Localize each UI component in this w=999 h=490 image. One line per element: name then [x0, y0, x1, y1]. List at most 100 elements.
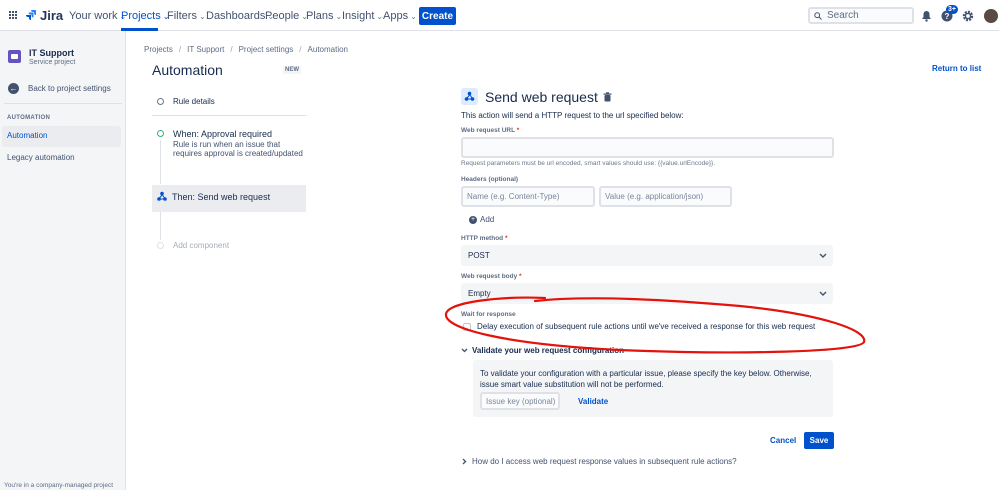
sidebar-item-automation[interactable]: Automation: [2, 126, 121, 147]
validate-panel: To validate your configuration with a pa…: [473, 360, 833, 417]
settings-gear-icon[interactable]: [961, 9, 975, 23]
plus-icon: +: [469, 215, 477, 224]
sidebar-section-label: AUTOMATION: [7, 115, 51, 121]
trigger-description: Rule is run when an issue that requires …: [173, 140, 303, 158]
method-label-text: HTTP method: [461, 235, 504, 242]
http-method-label: HTTP method *: [461, 235, 507, 242]
validate-description: To validate your configuration with a pa…: [480, 369, 812, 389]
webhook-icon: [461, 88, 478, 105]
url-label-text: Web request URL: [461, 127, 515, 134]
checkbox[interactable]: [463, 322, 471, 331]
search-placeholder: Search: [827, 10, 859, 21]
trigger-title: When: Approval required: [173, 129, 273, 139]
breadcrumb-automation[interactable]: Automation: [308, 45, 348, 54]
trigger-component[interactable]: When: Approval required Rule is run when…: [157, 129, 305, 158]
arrow-left-icon: ←: [8, 83, 19, 94]
search-icon: [814, 11, 822, 20]
web-request-body-select[interactable]: Empty: [461, 283, 833, 304]
search-input[interactable]: Search: [808, 7, 914, 24]
header-name-input[interactable]: [461, 186, 595, 207]
top-navigation: Jira Your work ⌄ Projects ⌄ Filters ⌄ Dashb…: [0, 0, 999, 31]
required-marker: *: [503, 235, 508, 242]
logo-text: Jira: [40, 8, 64, 23]
project-avatar-icon: [8, 50, 21, 63]
user-avatar[interactable]: [984, 9, 998, 23]
trigger-circle-icon: [157, 130, 164, 137]
breadcrumb-separator: /: [299, 45, 302, 54]
webhook-icon: [157, 191, 167, 201]
breadcrumb-it-support[interactable]: IT Support: [187, 45, 224, 54]
connector-line: [160, 212, 161, 240]
form-title: Send web request: [485, 88, 598, 105]
back-to-project-settings-link[interactable]: ← Back to project settings: [8, 83, 111, 94]
sidebar-footer-note: You're in a company-managed project: [4, 482, 114, 489]
checkbox-label: Delay execution of subsequent rule actio…: [477, 322, 816, 331]
add-circle-icon: [157, 242, 164, 249]
new-lozenge: NEW: [283, 66, 301, 74]
web-request-url-input[interactable]: [461, 137, 834, 158]
notifications-icon[interactable]: [919, 9, 933, 23]
sidebar-divider: [4, 103, 122, 104]
divider: [152, 115, 307, 116]
chevron-down-icon: ⌄: [410, 11, 417, 21]
validate-button[interactable]: Validate: [578, 397, 608, 406]
add-component-item[interactable]: Add component: [157, 241, 229, 250]
project-type: Service project: [29, 59, 76, 66]
header-value-input[interactable]: [599, 186, 732, 207]
breadcrumb-separator: /: [178, 45, 182, 54]
nav-insight[interactable]: Insight ⌄: [342, 10, 383, 22]
breadcrumb-projects[interactable]: Projects: [144, 45, 173, 54]
body-label: Web request body *: [461, 273, 522, 280]
http-method-select[interactable]: POST: [461, 245, 833, 266]
chevron-down-icon: [819, 291, 827, 296]
nav-label: Dashboards: [206, 10, 266, 22]
circle-icon: [157, 98, 164, 105]
chevron-down-icon: ⌄: [198, 11, 206, 21]
url-field-label: Web request URL *: [461, 127, 519, 134]
rule-details-item[interactable]: Rule details: [157, 97, 215, 106]
breadcrumb-separator: /: [230, 45, 233, 54]
nav-people[interactable]: People ⌄: [265, 10, 308, 22]
nav-filters[interactable]: Filters ⌄: [167, 10, 206, 22]
jira-logo[interactable]: Jira: [25, 8, 63, 23]
app-switcher-icon[interactable]: [9, 11, 18, 20]
add-header-button[interactable]: + Add: [469, 215, 494, 224]
validate-heading: Validate your web request configuration: [472, 346, 625, 355]
wait-for-response-checkbox[interactable]: Delay execution of subsequent rule actio…: [463, 322, 815, 331]
action-component-selected[interactable]: Then: Send web request: [152, 185, 306, 212]
nav-apps[interactable]: Apps ⌄: [383, 10, 417, 22]
active-nav-indicator: [121, 28, 158, 31]
sidebar-item-label: Automation: [7, 131, 48, 140]
nav-label: Your work: [69, 10, 118, 22]
url-help-text: Request parameters must be url encoded, …: [461, 160, 716, 167]
nav-your-work[interactable]: Your work ⌄: [69, 10, 126, 22]
action-label: Then: Send web request: [172, 192, 271, 202]
validate-section-toggle[interactable]: Validate your web request configuration: [461, 346, 624, 355]
http-method-value: POST: [468, 251, 490, 260]
jira-logo-icon: [26, 10, 36, 20]
nav-projects[interactable]: Projects ⌄: [121, 10, 169, 22]
return-to-list-link[interactable]: Return to list: [932, 64, 981, 73]
project-name[interactable]: IT Support: [29, 48, 74, 58]
issue-key-input[interactable]: [480, 392, 560, 410]
form-header: Send web request: [461, 88, 612, 105]
chevron-right-icon: [462, 458, 467, 465]
project-sidebar: IT Support Service project ← Back to pro…: [0, 31, 126, 490]
breadcrumb-project-settings[interactable]: Project settings: [239, 45, 294, 54]
form-description: This action will send a HTTP request to …: [461, 111, 684, 120]
faq-toggle[interactable]: How do I access web request response val…: [461, 457, 737, 466]
trash-icon[interactable]: [603, 91, 612, 102]
add-component-label: Add component: [173, 241, 230, 250]
cancel-button[interactable]: Cancel: [770, 436, 796, 445]
required-marker: *: [514, 127, 520, 134]
create-button[interactable]: Create: [419, 7, 456, 25]
headers-label: Headers (optional): [461, 176, 519, 183]
nav-plans[interactable]: Plans ⌄: [306, 10, 342, 22]
sidebar-item-legacy-automation[interactable]: Legacy automation: [7, 153, 75, 162]
breadcrumb: Projects / IT Support / Project settings…: [144, 45, 348, 54]
nav-dashboards[interactable]: Dashboards ⌄: [206, 10, 274, 22]
nav-label: Projects: [121, 10, 161, 22]
back-link-label: Back to project settings: [28, 84, 111, 93]
nav-label: Filters: [167, 10, 197, 22]
save-button[interactable]: Save: [804, 432, 834, 449]
